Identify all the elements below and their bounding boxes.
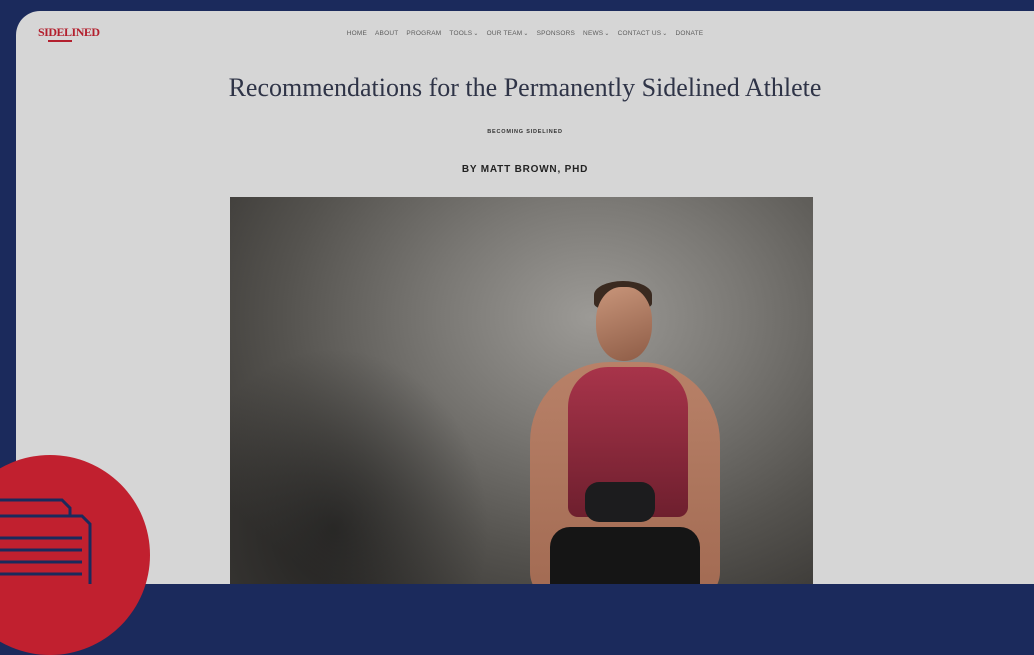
article-hero-image (230, 197, 813, 584)
nav-our-team[interactable]: OUR TEAM⌄ (487, 30, 529, 37)
athlete-head (596, 287, 652, 361)
athlete-shorts (550, 527, 700, 584)
nav-contact-us-label: CONTACT US (617, 30, 662, 37)
article-category[interactable]: BECOMING SIDELINED (16, 129, 1034, 135)
document-stack-icon (0, 498, 92, 584)
article-byline: BY MATT BROWN, PHD (461, 164, 589, 175)
wall-shadow (230, 347, 490, 584)
nav-home[interactable]: HOME (347, 30, 367, 37)
nav-news[interactable]: NEWS⌄ (583, 30, 610, 37)
chevron-down-icon: ⌄ (604, 31, 610, 37)
main-nav: HOME ABOUT PROGRAM TOOLS⌄ OUR TEAM⌄ SPON… (16, 30, 1034, 37)
athlete-gloves (585, 482, 655, 522)
chevron-down-icon: ⌄ (662, 31, 668, 37)
nav-tools[interactable]: TOOLS⌄ (449, 30, 478, 37)
browser-page: SIDELINED HOME ABOUT PROGRAM TOOLS⌄ OUR … (16, 11, 1034, 584)
nav-news-label: NEWS (583, 30, 604, 37)
logo-underline (48, 40, 72, 42)
nav-contact-us[interactable]: CONTACT US⌄ (618, 30, 668, 37)
nav-about[interactable]: ABOUT (375, 30, 398, 37)
nav-our-team-label: OUR TEAM (486, 30, 523, 37)
article-title: Recommendations for the Permanently Side… (228, 73, 822, 102)
chevron-down-icon: ⌄ (473, 31, 479, 37)
nav-tools-label: TOOLS (449, 30, 473, 37)
nav-donate[interactable]: DONATE (675, 30, 703, 37)
nav-program[interactable]: PROGRAM (406, 30, 441, 37)
chevron-down-icon: ⌄ (523, 31, 529, 37)
nav-sponsors[interactable]: SPONSORS (537, 30, 575, 37)
